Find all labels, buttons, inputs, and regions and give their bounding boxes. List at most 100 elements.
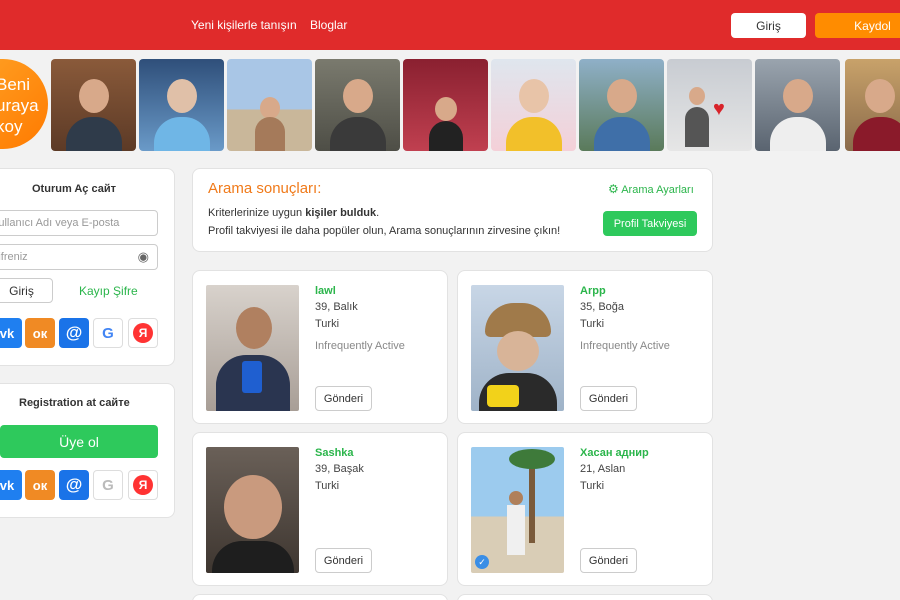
nav-link-meet-people[interactable]: Yeni kişilerle tanışın xyxy=(191,18,297,32)
profile-country: Turki xyxy=(580,480,605,492)
profile-activity-status: Infrequently Active xyxy=(580,340,670,352)
profile-card[interactable] xyxy=(192,594,448,600)
results-found-text: Kriterlerinize uygun kişiler bulduk. xyxy=(208,207,379,219)
thumbnail-face xyxy=(435,97,457,121)
profile-boost-button[interactable]: Profil Takviyesi xyxy=(603,211,697,236)
show-password-icon[interactable]: ◉ xyxy=(138,249,149,265)
profile-name[interactable]: Sashka xyxy=(315,447,354,459)
header-bar: Yeni kişilerle tanışın Bloglar Giriş Kay… xyxy=(0,0,900,50)
profile-card[interactable]: Arpp 35, Boğa Turki Infrequently Active … xyxy=(457,270,713,424)
odnoklassniki-icon[interactable]: ок xyxy=(25,318,55,348)
thumbnail-face xyxy=(865,79,895,113)
profile-age-sign: 39, Başak xyxy=(315,463,364,475)
send-message-button[interactable]: Gönderi xyxy=(315,548,372,573)
thumbnail-body xyxy=(506,117,562,151)
profile-age-sign: 39, Balık xyxy=(315,301,358,313)
search-results-title: Arama sonuçları: xyxy=(208,180,322,197)
mail-icon[interactable]: @ xyxy=(59,318,89,348)
search-settings-link[interactable]: ⚙ Arama Ayarları xyxy=(608,182,694,196)
member-thumbnail[interactable] xyxy=(403,59,488,151)
member-thumbnail[interactable] xyxy=(227,59,312,151)
odnoklassniki-icon[interactable]: ок xyxy=(25,470,55,500)
profile-card[interactable]: Sashka 39, Başak Turki Gönderi xyxy=(192,432,448,586)
send-message-button[interactable]: Gönderi xyxy=(580,386,637,411)
profile-country: Turki xyxy=(580,318,605,330)
nav-link-blogs[interactable]: Bloglar xyxy=(310,18,347,32)
profile-country: Turki xyxy=(315,480,340,492)
header-register-button[interactable]: Kaydol xyxy=(815,13,900,38)
profile-name[interactable]: lawl xyxy=(315,285,336,297)
profile-age-sign: 35, Boğa xyxy=(580,301,625,313)
member-thumbnail[interactable] xyxy=(579,59,664,151)
login-submit-button[interactable]: Giriş xyxy=(0,278,53,303)
promo-line: koy xyxy=(0,117,23,136)
results-found-bold: kişiler bulduk xyxy=(305,207,377,219)
profile-photo[interactable]: ✓ xyxy=(471,447,564,573)
thumbnail-body xyxy=(853,117,900,151)
login-panel-title: Oturum Aç сайт xyxy=(32,183,117,195)
member-thumbnail[interactable] xyxy=(315,59,400,151)
mail-icon[interactable]: @ xyxy=(59,470,89,500)
registration-panel-title: Registration at сайте xyxy=(19,397,130,409)
thumbnail-face xyxy=(167,79,197,113)
member-thumbnail[interactable] xyxy=(845,59,900,151)
thumbnail-face xyxy=(689,87,705,105)
send-message-button[interactable]: Gönderi xyxy=(580,548,637,573)
promo-put-me-here-button[interactable]: Beni uraya koy xyxy=(0,59,48,149)
profile-photo[interactable] xyxy=(206,447,299,573)
thumbnail-face xyxy=(343,79,373,113)
member-thumbnail[interactable] xyxy=(139,59,224,151)
thumbnail-body xyxy=(255,117,285,151)
profile-card[interactable] xyxy=(457,594,713,600)
vk-icon[interactable]: vk xyxy=(0,318,22,348)
results-found-suffix: . xyxy=(376,207,380,219)
thumbnail-face xyxy=(607,79,637,113)
profile-country: Turki xyxy=(315,318,340,330)
profile-card[interactable]: lawl 39, Balık Turki Infrequently Active… xyxy=(192,270,448,424)
member-thumbnail[interactable] xyxy=(491,59,576,151)
password-input[interactable]: Şifreniz ◉ xyxy=(0,244,158,270)
phone-icon xyxy=(242,361,262,393)
search-settings-label: Arama Ayarları xyxy=(621,184,694,196)
profile-name[interactable]: Arpp xyxy=(580,285,606,297)
profile-activity-status: Infrequently Active xyxy=(315,340,405,352)
username-input[interactable]: Kullanıcı Adı veya E-posta xyxy=(0,210,158,236)
vk-icon[interactable]: vk xyxy=(0,470,22,500)
heart-icon: ♥ xyxy=(713,98,725,120)
member-thumbnail[interactable] xyxy=(755,59,840,151)
profile-card[interactable]: ✓ Хасан аднир 21, Aslan Turki Gönderi xyxy=(457,432,713,586)
member-thumbnail[interactable] xyxy=(51,59,136,151)
header-login-button[interactable]: Giriş xyxy=(731,13,806,38)
photo-face xyxy=(497,331,539,371)
photo-body xyxy=(212,541,294,573)
google-icon[interactable]: G xyxy=(93,318,123,348)
forgot-password-link[interactable]: Kayıp Şifre xyxy=(79,284,138,298)
thumbnail-body xyxy=(154,117,210,151)
photo-face xyxy=(509,491,523,505)
thumbnail-body xyxy=(685,107,709,147)
yandex-icon[interactable]: Я xyxy=(128,470,158,500)
photo-face xyxy=(224,475,282,539)
profile-name[interactable]: Хасан аднир xyxy=(580,447,649,459)
member-thumbnail[interactable]: ♥ xyxy=(667,59,752,151)
thumbnail-body xyxy=(330,117,386,151)
gear-icon: ⚙ xyxy=(608,182,619,196)
google-icon[interactable]: G xyxy=(93,470,123,500)
profile-photo[interactable] xyxy=(206,285,299,411)
thumbnail-face xyxy=(783,79,813,113)
thumbnail-face xyxy=(260,97,280,119)
thumbnail-face xyxy=(519,79,549,113)
palm-leaves xyxy=(509,449,555,469)
promo-line: Beni xyxy=(0,75,31,94)
photo-body xyxy=(507,505,525,555)
yandex-icon[interactable]: Я xyxy=(128,318,158,348)
boost-promo-text: Profil takviyesi ile daha popüler olun, … xyxy=(208,225,561,237)
verified-check-icon: ✓ xyxy=(475,555,489,569)
thumbnail-body xyxy=(66,117,122,151)
profile-photo[interactable] xyxy=(471,285,564,411)
sign-up-button[interactable]: Üye ol xyxy=(0,425,158,458)
promo-line: uraya xyxy=(0,96,39,115)
send-message-button[interactable]: Gönderi xyxy=(315,386,372,411)
featured-members-strip: Beni uraya koy ♥ xyxy=(0,57,900,152)
thumbnail-face xyxy=(79,79,109,113)
